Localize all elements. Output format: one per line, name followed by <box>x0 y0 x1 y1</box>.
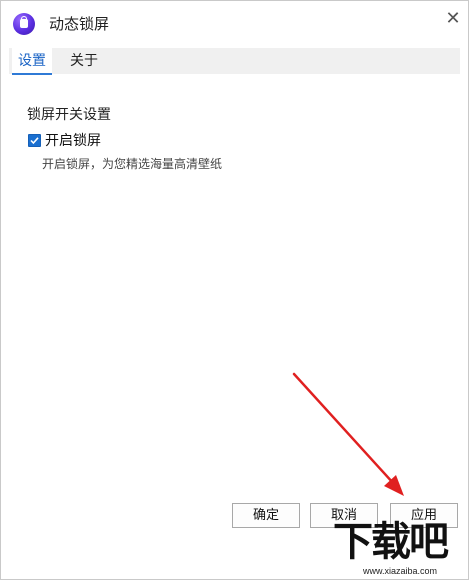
title-bar: 动态锁屏 ✕ <box>1 1 468 43</box>
tab-bar: 设置 关于 <box>9 48 460 75</box>
site-watermark: 下载吧 www.xiazaiba.com <box>333 520 467 578</box>
dialog-window: 动态锁屏 ✕ 设置 关于 锁屏开关设置 开启锁屏 开启锁屏，为您精选海量高清壁纸… <box>0 0 469 580</box>
watermark-url: www.xiazaiba.com <box>363 566 438 576</box>
ok-button[interactable]: 确定 <box>232 503 300 528</box>
close-button[interactable]: ✕ <box>441 7 465 31</box>
checkbox-checked-icon[interactable] <box>28 133 41 147</box>
tab-settings[interactable]: 设置 <box>12 48 52 75</box>
lock-screen-label: 开启锁屏 <box>45 133 101 149</box>
lock-screen-description: 开启锁屏，为您精选海量高清壁纸 <box>42 157 223 171</box>
section-title: 锁屏开关设置 <box>27 107 111 123</box>
tab-about[interactable]: 关于 <box>64 48 104 74</box>
window-title: 动态锁屏 <box>49 15 110 33</box>
lock-screen-toggle[interactable]: 开启锁屏 <box>28 130 101 150</box>
watermark-logo: 下载吧 <box>333 519 449 565</box>
app-lock-icon <box>13 13 35 35</box>
